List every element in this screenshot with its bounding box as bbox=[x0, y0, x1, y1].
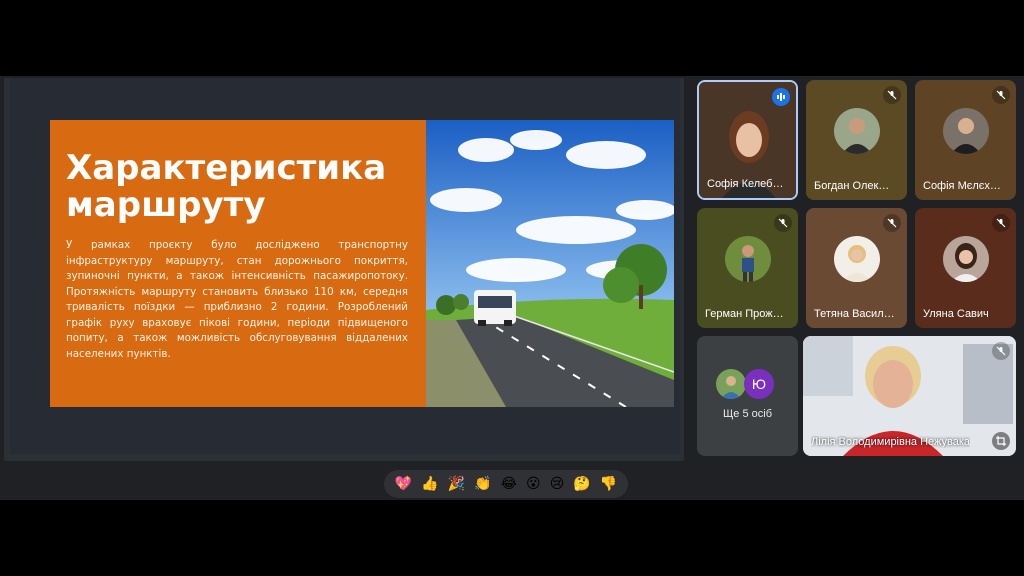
participant-name: Лілія Володимирівна Нежувака bbox=[811, 436, 971, 448]
participant-tile-herman[interactable]: Герман Прож… bbox=[697, 208, 798, 328]
slide: Характеристика маршруту У рамках проєкту… bbox=[50, 120, 674, 407]
clapping-hands-icon[interactable]: 👏 bbox=[474, 475, 491, 493]
participant-name: Софія Келеб… bbox=[707, 178, 784, 190]
participant-tile-uliana[interactable]: Уляна Савич bbox=[915, 208, 1016, 328]
participant-tile-bohdan[interactable]: Богдан Олек… bbox=[806, 80, 907, 200]
speaking-indicator-icon bbox=[772, 88, 790, 106]
avatar bbox=[942, 236, 989, 282]
participant-tile-sofia-m[interactable]: Софія Мєлєх… bbox=[915, 80, 1016, 200]
more-participants-label: Ще 5 осіб bbox=[722, 408, 773, 420]
tears-of-joy-icon[interactable]: 😂 bbox=[501, 475, 517, 493]
participant-name: Тетяна Васил… bbox=[814, 308, 895, 320]
slide-title: Характеристика маршруту bbox=[66, 148, 387, 225]
crop-icon[interactable] bbox=[992, 432, 1010, 450]
avatar bbox=[833, 236, 880, 282]
slide-text-panel: Характеристика маршруту У рамках проєкту… bbox=[50, 120, 426, 407]
mic-off-icon bbox=[883, 86, 901, 104]
mic-off-icon bbox=[992, 342, 1010, 360]
participant-name: Уляна Савич bbox=[923, 308, 989, 320]
surprised-face-icon[interactable]: 😮 bbox=[526, 475, 541, 493]
thinking-face-icon[interactable]: 🤔 bbox=[573, 475, 590, 493]
participant-tile-tetiana[interactable]: Тетяна Васил… bbox=[806, 208, 907, 328]
thumbs-up-icon[interactable]: 👍 bbox=[421, 475, 438, 493]
initial-avatar: Ю bbox=[744, 369, 774, 399]
pinned-participant-tile[interactable]: Лілія Володимирівна Нежувака bbox=[803, 336, 1016, 456]
participant-name: Герман Прож… bbox=[705, 308, 784, 320]
mic-off-icon bbox=[992, 86, 1010, 104]
mic-off-icon bbox=[774, 214, 792, 232]
avatar bbox=[942, 108, 989, 154]
participant-name: Богдан Олек… bbox=[814, 180, 890, 192]
thumbs-down-icon[interactable]: 👎 bbox=[600, 475, 617, 493]
slide-bus-photo bbox=[426, 120, 674, 407]
participant-tile-sofia-k[interactable]: Софія Келеб… bbox=[697, 80, 798, 200]
slide-body: У рамках проєкту було досліджено транспо… bbox=[66, 239, 408, 360]
avatar bbox=[724, 236, 771, 282]
mic-off-icon bbox=[992, 214, 1010, 232]
more-participants-tile[interactable]: Ю Ще 5 осіб bbox=[697, 336, 798, 456]
sparkling-heart-icon[interactable]: 💖 bbox=[395, 475, 412, 493]
reactions-bar: 💖 👍 🎉 👏 😂 😮 😢 🤔 👎 bbox=[384, 470, 628, 498]
participant-name: Софія Мєлєх… bbox=[923, 180, 1001, 192]
party-popper-icon[interactable]: 🎉 bbox=[448, 475, 465, 493]
avatar bbox=[716, 369, 746, 399]
crying-face-icon[interactable]: 😢 bbox=[550, 475, 565, 493]
avatar bbox=[833, 108, 880, 154]
mic-off-icon bbox=[883, 214, 901, 232]
